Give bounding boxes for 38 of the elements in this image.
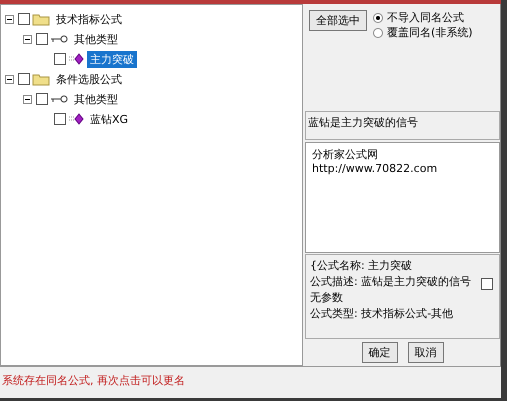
tree-item[interactable]: 其他类型 [71, 30, 121, 48]
tree-checkbox[interactable] [36, 93, 48, 105]
description-text: 蓝钻是主力突破的信号 [305, 110, 500, 140]
dialog-button[interactable]: 取消 [408, 342, 444, 363]
notes-line: http://www.70822.com [312, 162, 438, 176]
radio-option[interactable]: 不导入同名公式 [373, 10, 473, 25]
radio-button[interactable] [373, 12, 383, 22]
notes-line: 分析家公式网 [312, 147, 379, 162]
select-all-button[interactable]: 全部选中 [309, 10, 367, 31]
collapse-toggle[interactable] [5, 74, 14, 84]
tree-checkbox[interactable] [36, 33, 48, 45]
info-line: 公式描述: 蓝钻是主力突破的信号 [310, 274, 472, 290]
tree-item[interactable]: 技术指标公式 [53, 10, 125, 28]
collapse-toggle[interactable] [5, 14, 14, 24]
collapse-toggle[interactable] [23, 34, 32, 44]
dialog-button[interactable]: 确定 [362, 342, 398, 363]
key-icon [50, 34, 68, 44]
tree-checkbox[interactable] [18, 13, 30, 25]
folder-icon [32, 12, 50, 26]
status-message: 系统存在同名公式, 再次点击可以更名 [0, 366, 501, 394]
radio-button[interactable] [373, 28, 383, 38]
diamond-icon [68, 53, 84, 65]
info-line: {公式名称: 主力突破 [310, 258, 414, 274]
radio-label: 不导入同名公式 [387, 10, 464, 25]
collapse-toggle[interactable] [23, 94, 32, 104]
tree-checkbox[interactable] [54, 53, 66, 65]
info-line: 无参数 [310, 290, 344, 306]
info-checkbox[interactable] [481, 278, 493, 290]
tree-checkbox[interactable] [54, 113, 66, 125]
diamond-icon [68, 113, 84, 125]
info-line: 公式类型: 技术指标公式-其他 [310, 306, 454, 322]
tree-item[interactable]: 主力突破 [87, 50, 137, 68]
tree-item[interactable]: 其他类型 [71, 90, 121, 108]
tree-checkbox[interactable] [18, 73, 30, 85]
tree-item[interactable]: 蓝钻XG [87, 110, 132, 128]
tree-item[interactable]: 条件选股公式 [53, 70, 125, 88]
key-icon [50, 94, 68, 104]
folder-icon [32, 72, 50, 86]
